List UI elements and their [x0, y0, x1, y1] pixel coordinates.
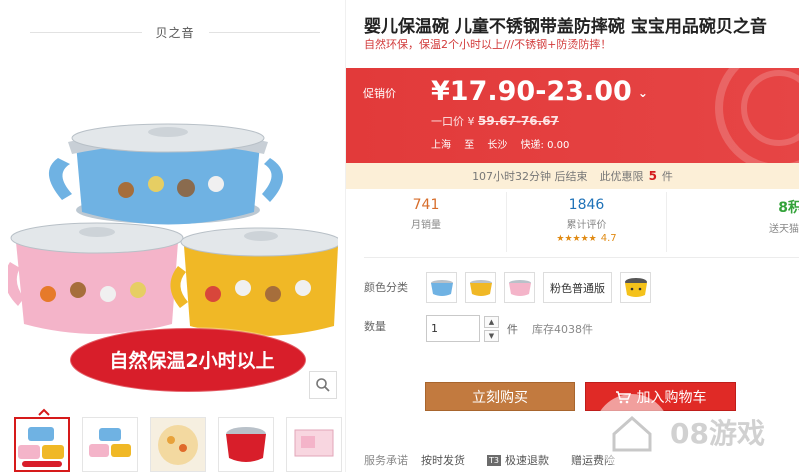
ship-to-label: 至 — [464, 140, 475, 151]
reviews-label: 累计评价 — [566, 220, 607, 231]
blue-bowl-image — [48, 123, 283, 225]
tmall-points: 8积 送天猫 — [666, 192, 799, 252]
express-fee: 快递: 0.00 — [520, 140, 570, 151]
product-subtitle: 自然环保，保温2个小时以上///不锈钢+防烫防摔！ — [364, 38, 612, 51]
shop-name[interactable]: 贝之音 — [142, 24, 209, 41]
sales-value: 741 — [412, 197, 440, 213]
image-banner-text: 自然保温2小时以上 — [109, 350, 275, 372]
limit-suffix: 件 — [661, 170, 673, 183]
color-options: 粉色普通版 — [426, 272, 651, 303]
t3-badge-icon: T3 — [487, 454, 501, 466]
thumbnail-4[interactable] — [218, 417, 274, 472]
buy-now-button[interactable]: 立刻购买 — [425, 382, 575, 411]
chevron-up-icon — [38, 408, 50, 416]
promo-price: ¥17.90-23.00 ⌄ — [431, 76, 648, 107]
decrease-button[interactable]: ▼ — [484, 329, 499, 342]
swatch-pink-standard[interactable]: 粉色普通版 — [543, 272, 612, 303]
limit-value: 5 — [648, 169, 657, 183]
divider — [30, 31, 142, 33]
points-label: 送天猫 — [769, 224, 799, 235]
increase-button[interactable]: ▲ — [484, 315, 499, 328]
countdown-time: 107小时32分钟 后结束 — [472, 170, 588, 183]
swatch-yellow-bowl[interactable] — [465, 272, 496, 303]
sales-label: 月销量 — [411, 220, 441, 231]
thumbnail-2[interactable] — [82, 417, 138, 472]
promise-ontime-delivery[interactable]: 按时发货 — [421, 452, 465, 468]
promo-price-label: 促销价 — [363, 87, 396, 100]
quantity-input[interactable] — [426, 315, 480, 342]
stats-row: 741 月销量 1846 累计评价 ★★★★★4.7 8积 送天猫 — [346, 192, 799, 252]
thumbnail-1[interactable] — [14, 417, 70, 472]
watermark-text: 08游戏 — [670, 417, 765, 450]
quantity-stepper: ▲ ▼ 件 库存4038件 — [426, 315, 593, 342]
image-gallery: 贝之音 自然保温2小时以上 — [0, 0, 346, 472]
pink-bowl-icon — [508, 279, 531, 296]
monthly-sales: 741 月销量 — [346, 192, 506, 252]
thumbnail-strip — [14, 417, 342, 472]
swatch-yellow-face[interactable] — [620, 272, 651, 303]
quantity-label: 数量 — [364, 320, 386, 333]
price-panel: 促销价 ¥17.90-23.00 ⌄ 一口价 ¥ 59.67-76.67 上海 至… — [346, 68, 799, 163]
pink-bowl-image — [4, 222, 184, 334]
divider — [364, 257, 799, 258]
promises-label: 服务承诺 — [364, 454, 408, 467]
thumbs-up-arrow[interactable] — [37, 402, 51, 416]
swatch-blue-bowl[interactable] — [426, 272, 457, 303]
magnifier-icon — [316, 378, 330, 392]
thumbnail-5[interactable] — [286, 417, 342, 472]
ship-from: 上海 — [431, 140, 451, 151]
stepper-buttons: ▲ ▼ — [484, 315, 499, 342]
yellow-face-bowl-icon — [624, 277, 647, 297]
promo-price-value: ¥17.90-23.00 — [431, 76, 632, 107]
divider — [208, 31, 321, 33]
chevron-down-icon[interactable]: ⌄ — [638, 86, 648, 100]
shop-header: 贝之音 — [30, 18, 321, 46]
stock-count: 库存4038件 — [532, 322, 593, 336]
quantity-unit: 件 — [507, 322, 518, 336]
original-price: 一口价 ¥ 59.67-76.67 — [431, 113, 559, 129]
product-page: 贝之音 自然保温2小时以上 婴儿保温碗 儿童不锈钢带盖防摔碗 宝宝用品碗贝之音 … — [0, 0, 799, 472]
yellow-bowl-image — [170, 227, 342, 336]
color-label: 颜色分类 — [364, 281, 408, 294]
limit-prefix: 此优惠限 — [599, 170, 644, 183]
ship-to-selector[interactable]: 长沙 — [487, 140, 507, 151]
yellow-bowl-icon — [469, 279, 492, 296]
original-price-value: 59.67-76.67 — [478, 114, 559, 128]
original-price-label: 一口价 ¥ — [431, 115, 475, 128]
rating-score: 4.7 — [600, 233, 617, 244]
countdown-bar: 107小时32分钟 后结束 此优惠限 5 件 — [346, 163, 799, 189]
thumbnail-3[interactable] — [150, 417, 206, 472]
reviews-value[interactable]: 1846 — [507, 197, 666, 213]
blue-bowl-icon — [430, 279, 453, 296]
star-icons: ★★★★★ — [556, 234, 597, 244]
swatch-pink-bowl[interactable] — [504, 272, 535, 303]
shipping-info: 上海 至 长沙 快递: 0.00 — [431, 136, 579, 151]
total-reviews[interactable]: 1846 累计评价 ★★★★★ 4.7 — [506, 192, 666, 252]
points-value: 8积 — [778, 200, 799, 216]
promise-fast-refund[interactable]: T3 极速退款 — [487, 452, 549, 468]
rating-stars: ★★★★★ 4.7 — [507, 233, 666, 244]
zoom-button[interactable] — [309, 371, 337, 399]
product-title: 婴儿保温碗 儿童不锈钢带盖防摔碗 宝宝用品碗贝之音 — [364, 17, 767, 37]
